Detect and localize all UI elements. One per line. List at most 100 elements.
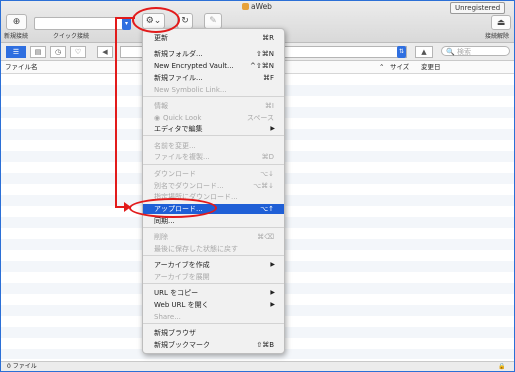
- path-dropdown[interactable]: ⇅: [397, 46, 406, 58]
- menu-item-label: Share...: [154, 313, 181, 321]
- column-size[interactable]: サイズ: [390, 61, 409, 73]
- annotation-line-top: [115, 17, 135, 19]
- menu-item-shortcut: ⌘I: [264, 102, 274, 110]
- menu-item-shortcut: スペース: [246, 114, 274, 122]
- menu-item-label: 情報: [154, 102, 168, 110]
- bonjour-tab[interactable]: ♡: [70, 46, 86, 58]
- column-modified[interactable]: 変更日: [421, 61, 441, 73]
- menu-item-label: 別名でダウンロード...: [154, 182, 224, 190]
- menu-item[interactable]: New Symbolic Link...: [143, 85, 284, 95]
- menu-item[interactable]: 新規フォルダ... ⇧⌘N: [143, 49, 284, 59]
- column-filename[interactable]: ファイル名: [5, 61, 38, 73]
- menu-item-label: 新規ファイル...: [154, 74, 203, 82]
- edit-button[interactable]: ✎: [204, 13, 222, 29]
- menu-item-shortcut: ⌥⌘↓: [253, 182, 274, 190]
- history-tab[interactable]: ◷: [50, 46, 66, 58]
- menu-item-label: 新規フォルダ...: [154, 50, 203, 58]
- bookmarks-tab[interactable]: ▤: [30, 46, 46, 58]
- menu-item-label: ダウンロード: [154, 170, 196, 178]
- annotation-line-vertical: [115, 17, 117, 208]
- menu-item[interactable]: ダウンロード ⌥↓: [143, 169, 284, 179]
- pencil-icon: ✎: [209, 16, 217, 26]
- app-window: aWeb Unregistered ⊕ 新規接続 ▾ クイック接続 ⚙⌄ ↻ ✎…: [0, 0, 515, 372]
- menu-separator: [143, 323, 284, 324]
- refresh-icon: ↻: [181, 16, 189, 26]
- menu-separator: [143, 255, 284, 256]
- menu-separator: [143, 164, 284, 165]
- menu-item-label: 最後に保存した状態に戻す: [154, 245, 238, 253]
- menu-item[interactable]: 最後に保存した状態に戻す: [143, 244, 284, 254]
- submenu-arrow-icon: ▶: [270, 125, 275, 132]
- menu-item-shortcut: ⇧⌘N: [255, 50, 274, 58]
- bonjour-icon: ♡: [74, 48, 82, 56]
- menu-item[interactable]: 新規ファイル... ⌘F: [143, 73, 284, 83]
- menu-item-shortcut: ⌘R: [262, 34, 274, 42]
- up-directory-button[interactable]: ▲: [415, 46, 433, 58]
- menu-item-label: URL をコピー: [154, 289, 199, 297]
- menu-item-shortcut: ⌘F: [262, 74, 274, 82]
- submenu-arrow-icon: ▶: [270, 261, 275, 268]
- menu-item-label: 新規ブラウザ: [154, 329, 196, 337]
- menu-item-label: Quick Look: [163, 114, 202, 122]
- menu-item-label: 名前を変更...: [154, 142, 196, 150]
- clock-icon: ◷: [54, 48, 62, 56]
- annotation-ellipse-gear: [132, 7, 180, 33]
- menu-item[interactable]: エディタで編集 ▶: [143, 124, 284, 134]
- annotation-arrowhead: [124, 202, 131, 212]
- menu-separator: [143, 283, 284, 284]
- menu-item[interactable]: 名前を変更...: [143, 141, 284, 151]
- menu-item[interactable]: 新規ブックマーク ⇧⌘B: [143, 340, 284, 350]
- menu-item-label: 新規ブックマーク: [154, 341, 210, 349]
- menu-item-label: 削除: [154, 233, 168, 241]
- lock-icon: 🔒: [498, 363, 506, 370]
- menu-item-shortcut: ⌥↑: [260, 205, 274, 213]
- quick-connect-field[interactable]: [34, 17, 124, 30]
- back-button[interactable]: ◀: [97, 46, 113, 58]
- menu-item[interactable]: 新規ブラウザ: [143, 328, 284, 338]
- quick-connect-label: クイック接続: [53, 33, 90, 40]
- search-input[interactable]: 🔍 検索: [441, 46, 510, 56]
- menu-item[interactable]: Web URL を開く ▶: [143, 300, 284, 310]
- disconnect-button[interactable]: ⏏: [491, 15, 511, 30]
- menu-item[interactable]: ファイルを複製... ⌘D: [143, 152, 284, 162]
- menu-separator: [143, 135, 284, 136]
- menu-item[interactable]: 情報 ⌘I: [143, 101, 284, 111]
- menu-item[interactable]: New Encrypted Vault... ^⇧⌘N: [143, 61, 284, 71]
- submenu-arrow-icon: ▶: [270, 301, 275, 308]
- status-text: 0 ファイル: [7, 363, 37, 370]
- window-title: aWeb: [242, 2, 272, 11]
- menu-item-shortcut: ^⇧⌘N: [250, 62, 274, 70]
- menu-item[interactable]: ◉ Quick Look スペース: [143, 113, 284, 123]
- new-connection-button[interactable]: ⊕: [6, 14, 27, 30]
- disconnect-label: 接続解除: [485, 33, 510, 40]
- menu-item[interactable]: 別名でダウンロード... ⌥⌘↓: [143, 181, 284, 191]
- menu-item-label: アーカイブを作成: [154, 261, 210, 269]
- menu-item-label: ファイルを複製...: [154, 153, 210, 161]
- menu-item-shortcut: ⌘⌫: [257, 233, 274, 241]
- menu-item-label: 更新: [154, 34, 168, 42]
- view-browser-tab[interactable]: ☰: [6, 46, 26, 58]
- app-icon: [242, 3, 249, 10]
- menu-item[interactable]: URL をコピー ▶: [143, 288, 284, 298]
- menu-separator: [143, 227, 284, 228]
- menu-item[interactable]: アーカイブを作成 ▶: [143, 260, 284, 270]
- menu-item-label: New Encrypted Vault...: [154, 62, 234, 70]
- menu-item-label: New Symbolic Link...: [154, 86, 227, 94]
- eye-icon: ◉: [154, 114, 161, 122]
- menu-item-shortcut: ⌘D: [261, 153, 274, 161]
- annotation-ellipse-upload: [129, 198, 217, 218]
- back-arrow-icon: ◀: [102, 48, 108, 56]
- menu-item[interactable]: Share...: [143, 312, 284, 322]
- menu-item-label: アーカイブを展開: [154, 273, 210, 281]
- sort-chevron-icon: ⌃: [379, 63, 385, 71]
- menu-item-shortcut: ⇧⌘B: [256, 341, 274, 349]
- menu-item-shortcut: ⌥↓: [260, 170, 274, 178]
- eject-icon: ⏏: [496, 17, 506, 28]
- book-icon: ▤: [34, 48, 42, 56]
- unregistered-badge[interactable]: Unregistered: [450, 2, 506, 14]
- menu-item[interactable]: 更新 ⌘R: [143, 33, 284, 43]
- new-connection-label: 新規接続: [4, 33, 29, 40]
- menu-item[interactable]: 削除 ⌘⌫: [143, 232, 284, 242]
- menu-item[interactable]: アーカイブを展開: [143, 272, 284, 282]
- menu-separator: [143, 96, 284, 97]
